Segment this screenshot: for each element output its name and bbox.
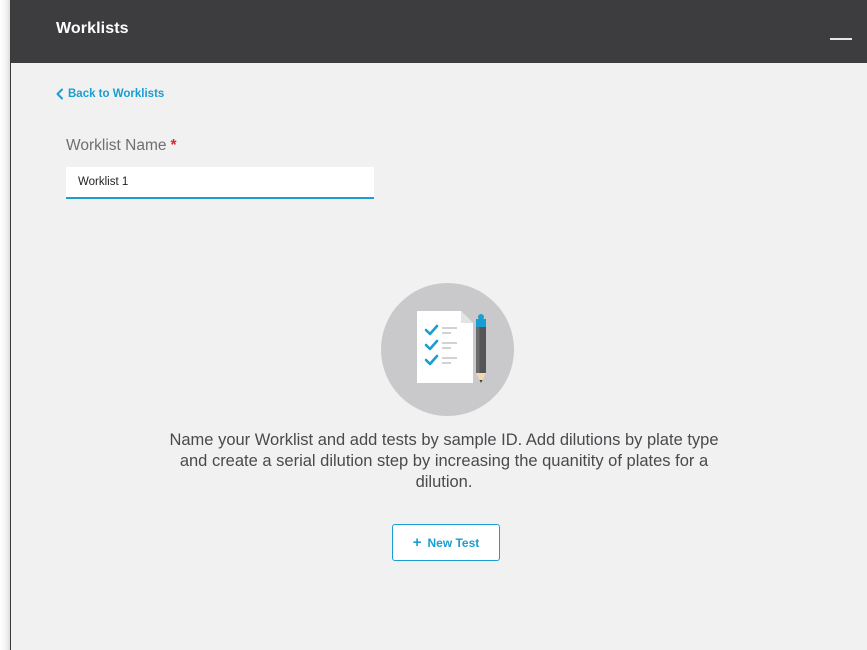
title-bar: Worklists (11, 0, 867, 63)
worklist-window: Worklists Back to Worklists Worklist Nam… (10, 0, 867, 650)
worklist-name-input[interactable] (66, 167, 374, 199)
checklist-document-pencil-icon (381, 283, 514, 416)
worklist-name-label: Worklist Name * (66, 137, 177, 155)
worklist-name-label-text: Worklist Name (66, 137, 167, 154)
chevron-left-icon (56, 88, 63, 100)
minimize-icon (830, 38, 852, 40)
window-title: Worklists (56, 20, 129, 37)
back-link-label: Back to Worklists (68, 88, 165, 100)
minimize-button[interactable] (830, 22, 854, 42)
required-marker: * (170, 137, 177, 154)
new-test-button-label: New Test (427, 535, 480, 550)
empty-state-message: Name your Worklist and add tests by samp… (169, 431, 719, 491)
window-edge-shadow (0, 0, 10, 650)
plus-icon: + (412, 534, 422, 551)
new-test-button[interactable]: + New Test (392, 524, 500, 561)
back-to-worklists-link[interactable]: Back to Worklists (55, 88, 164, 100)
